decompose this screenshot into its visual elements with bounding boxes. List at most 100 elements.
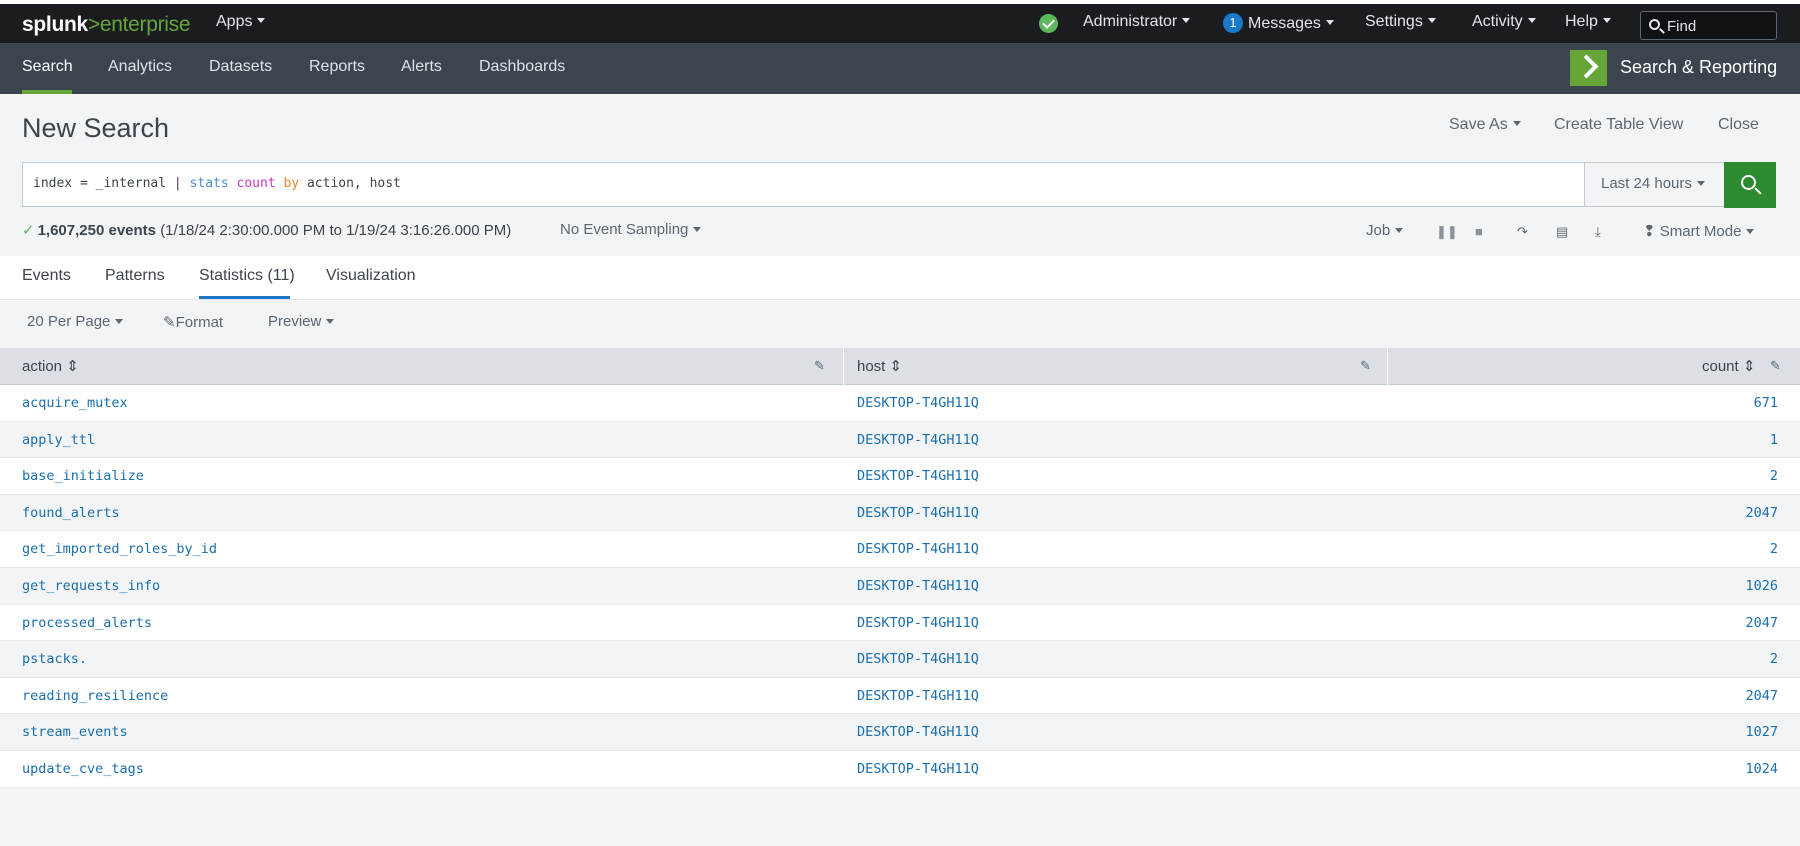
cell-action[interactable]: acquire_mutex — [22, 395, 128, 411]
cell-count[interactable]: 1 — [1770, 432, 1778, 448]
cell-action[interactable]: processed_alerts — [22, 615, 152, 631]
cell-host[interactable]: DESKTOP-T4GH11Q — [857, 615, 979, 631]
table-row: get_requests_info DESKTOP-T4GH11Q 1026 — [0, 567, 1800, 605]
chevron-down-icon — [257, 18, 266, 24]
cell-host[interactable]: DESKTOP-T4GH11Q — [857, 432, 979, 448]
apps-menu[interactable]: Apps — [216, 13, 266, 31]
sort-icon: ⇕ — [66, 358, 79, 375]
nav-alerts[interactable]: Alerts — [401, 58, 442, 76]
health-ok-icon[interactable] — [1039, 14, 1058, 33]
cell-count[interactable]: 2 — [1770, 651, 1778, 667]
share-icon[interactable]: ↷ — [1517, 224, 1528, 240]
cell-host[interactable]: DESKTOP-T4GH11Q — [857, 505, 979, 521]
job-menu[interactable]: Job — [1366, 222, 1404, 239]
column-header-action[interactable]: action ⇕ — [22, 357, 79, 375]
chevron-down-icon — [1602, 18, 1611, 24]
search-icon — [1741, 175, 1756, 190]
chevron-down-icon — [1527, 18, 1536, 24]
chevron-down-icon — [1696, 180, 1705, 186]
table-row: reading_resilience DESKTOP-T4GH11Q 2047 — [0, 677, 1800, 715]
chevron-down-icon — [326, 318, 335, 324]
messages-menu[interactable]: 1 Messages — [1223, 13, 1334, 33]
nav-analytics[interactable]: Analytics — [108, 58, 172, 76]
cell-count[interactable]: 2 — [1770, 468, 1778, 484]
cell-action[interactable]: found_alerts — [22, 505, 120, 521]
cell-action[interactable]: get_imported_roles_by_id — [22, 541, 217, 557]
cell-action[interactable]: get_requests_info — [22, 578, 160, 594]
stop-icon[interactable]: ■ — [1475, 224, 1483, 239]
search-mode-dropdown[interactable]: ❢ Smart Mode — [1643, 222, 1755, 240]
cell-count[interactable]: 671 — [1754, 395, 1778, 411]
nav-dashboards[interactable]: Dashboards — [479, 58, 565, 76]
cell-action[interactable]: reading_resilience — [22, 688, 168, 704]
preview-dropdown[interactable]: Preview — [268, 313, 335, 330]
edit-column-icon[interactable]: ✎ — [814, 358, 825, 374]
cell-host[interactable]: DESKTOP-T4GH11Q — [857, 395, 979, 411]
tab-statistics[interactable]: Statistics (11) — [199, 267, 295, 285]
tab-patterns[interactable]: Patterns — [105, 267, 165, 285]
nav-reports[interactable]: Reports — [309, 58, 365, 76]
search-query-input[interactable]: index = _internal | stats count by actio… — [22, 162, 1586, 207]
cell-action[interactable]: pstacks. — [22, 651, 87, 667]
chevron-down-icon — [1512, 121, 1521, 127]
nav-datasets[interactable]: Datasets — [209, 58, 272, 76]
pause-icon[interactable]: ❚❚ — [1436, 224, 1458, 240]
app-name[interactable]: Search & Reporting — [1620, 57, 1777, 78]
app-logo-icon[interactable] — [1570, 50, 1607, 86]
cell-host[interactable]: DESKTOP-T4GH11Q — [857, 541, 979, 557]
cell-count[interactable]: 2047 — [1745, 505, 1778, 521]
cell-count[interactable]: 1024 — [1745, 761, 1778, 777]
cell-count[interactable]: 2 — [1770, 541, 1778, 557]
chevron-down-icon — [1746, 228, 1755, 234]
cell-action[interactable]: base_initialize — [22, 468, 144, 484]
cell-count[interactable]: 2047 — [1745, 688, 1778, 704]
time-range-picker[interactable]: Last 24 hours — [1584, 162, 1725, 207]
table-row: acquire_mutex DESKTOP-T4GH11Q 671 — [0, 385, 1800, 422]
search-query-text: index = _internal | stats count by actio… — [33, 176, 401, 191]
cell-host[interactable]: DESKTOP-T4GH11Q — [857, 724, 979, 740]
cell-host[interactable]: DESKTOP-T4GH11Q — [857, 468, 979, 484]
column-header-count[interactable]: count ⇕ — [1702, 357, 1755, 375]
table-header: action ⇕ ✎ host ⇕ ✎ count ⇕ ✎ — [0, 348, 1800, 385]
table-row: found_alerts DESKTOP-T4GH11Q 2047 — [0, 494, 1800, 532]
cell-count[interactable]: 1026 — [1745, 578, 1778, 594]
edit-column-icon[interactable]: ✎ — [1360, 358, 1371, 374]
cell-host[interactable]: DESKTOP-T4GH11Q — [857, 651, 979, 667]
cell-action[interactable]: stream_events — [22, 724, 128, 740]
settings-menu[interactable]: Settings — [1365, 13, 1436, 31]
nav-search[interactable]: Search — [22, 58, 73, 76]
cell-count[interactable]: 1027 — [1745, 724, 1778, 740]
table-row: base_initialize DESKTOP-T4GH11Q 2 — [0, 458, 1800, 495]
cell-action[interactable]: update_cve_tags — [22, 761, 144, 777]
user-menu[interactable]: Administrator — [1083, 13, 1191, 31]
cell-action[interactable]: apply_ttl — [22, 432, 95, 448]
find-input[interactable]: Find — [1640, 11, 1777, 40]
event-count-summary: ✓ 1,607,250 events (1/18/24 2:30:00.000 P… — [22, 222, 512, 239]
cell-host[interactable]: DESKTOP-T4GH11Q — [857, 688, 979, 704]
active-tab-indicator — [199, 296, 290, 299]
export-icon[interactable]: ⤓ — [1595, 224, 1601, 240]
search-icon — [1649, 19, 1660, 30]
cell-host[interactable]: DESKTOP-T4GH11Q — [857, 761, 979, 777]
column-header-host[interactable]: host ⇕ — [857, 357, 902, 375]
help-menu[interactable]: Help — [1565, 13, 1611, 31]
tab-events[interactable]: Events — [22, 267, 71, 285]
per-page-dropdown[interactable]: 20 Per Page — [27, 313, 124, 330]
activity-menu[interactable]: Activity — [1472, 13, 1536, 31]
cell-host[interactable]: DESKTOP-T4GH11Q — [857, 578, 979, 594]
format-button[interactable]: ✎Format — [163, 313, 223, 331]
splunk-logo[interactable]: splunk>enterprise — [22, 13, 191, 37]
statistics-table: action ⇕ ✎ host ⇕ ✎ count ⇕ ✎ acquire_mu… — [0, 348, 1800, 788]
messages-count-badge: 1 — [1223, 13, 1243, 33]
create-table-view-button[interactable]: Create Table View — [1554, 116, 1683, 134]
event-sampling-dropdown[interactable]: No Event Sampling — [560, 221, 702, 238]
save-as-button[interactable]: Save As — [1449, 116, 1521, 134]
edit-column-icon[interactable]: ✎ — [1770, 358, 1781, 374]
run-search-button[interactable] — [1724, 162, 1776, 208]
tab-visualization[interactable]: Visualization — [326, 267, 416, 285]
close-button[interactable]: Close — [1718, 116, 1759, 134]
chevron-down-icon — [1182, 18, 1191, 24]
cell-count[interactable]: 2047 — [1745, 615, 1778, 631]
table-row: get_imported_roles_by_id DESKTOP-T4GH11Q 2 — [0, 531, 1800, 568]
print-icon[interactable]: ▤ — [1556, 224, 1568, 240]
